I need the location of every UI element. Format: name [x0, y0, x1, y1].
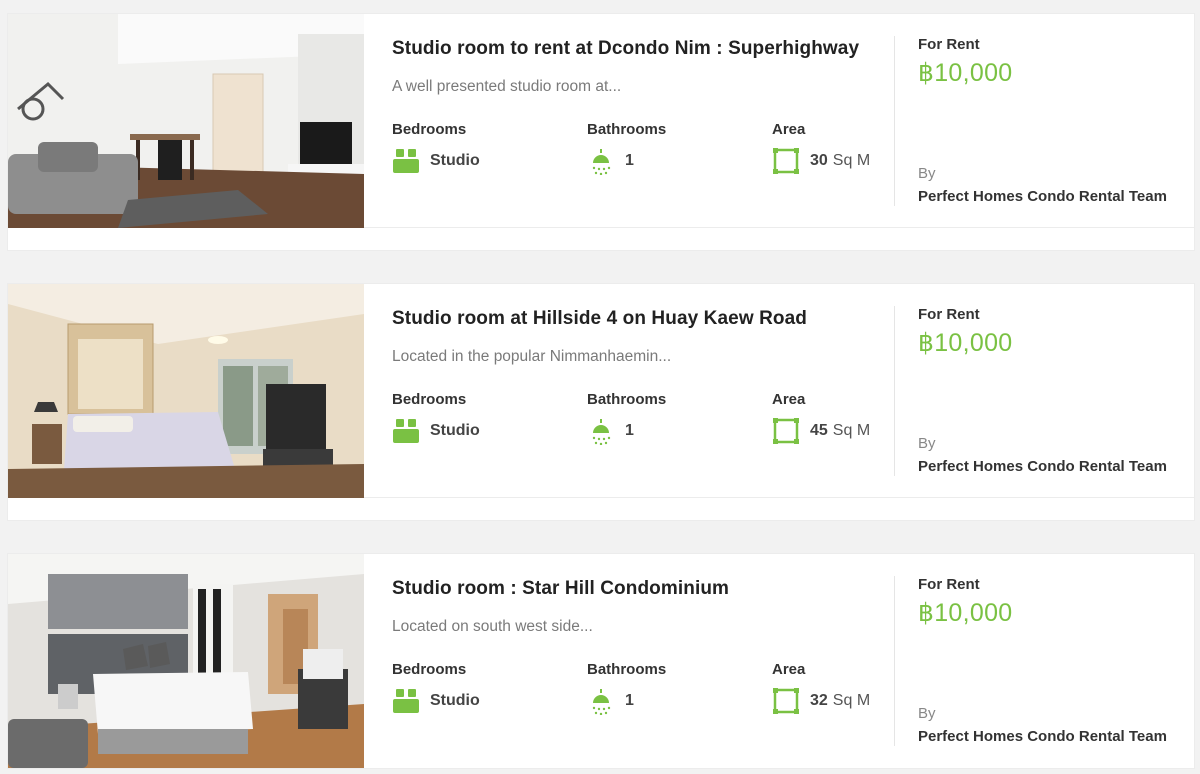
listing-title[interactable]: Studio room : Star Hill Condominium — [392, 578, 729, 600]
area-unit: Sq M — [832, 692, 871, 709]
bedrooms-label: Bedrooms — [392, 121, 467, 138]
listing-body: Studio room at Hillside 4 on Huay Kaew R… — [392, 284, 892, 498]
listing-description: A well presented studio room at... — [392, 78, 622, 95]
area-feature: Area 30 Sq M — [772, 121, 870, 174]
bedroom-photo — [8, 284, 364, 498]
shower-icon — [592, 149, 611, 175]
listing-price: ฿10,000 — [918, 329, 1013, 357]
bathrooms-feature: Bathrooms 1 — [587, 121, 667, 175]
area-label: Area — [772, 391, 806, 408]
by-label: By — [918, 435, 936, 452]
area-label: Area — [772, 661, 806, 678]
living-room-photo — [8, 14, 364, 228]
bedrooms-value: Studio — [430, 152, 480, 169]
listing-body: Studio room to rent at Dcondo Nim : Supe… — [392, 14, 892, 228]
area-value: 30 — [810, 152, 828, 169]
area-label: Area — [772, 121, 806, 138]
listing-photo[interactable] — [8, 14, 364, 228]
agent-name[interactable]: Perfect Homes Condo Rental Team — [918, 728, 1167, 745]
bed-icon — [393, 689, 419, 713]
listing-price: ฿10,000 — [918, 59, 1013, 87]
bedrooms-feature: Bedrooms Studio — [392, 121, 480, 173]
listing-status: For Rent — [918, 576, 980, 593]
bathrooms-feature: Bathrooms 1 — [587, 391, 667, 445]
card-footer-strip — [8, 228, 1194, 250]
area-feature: Area 32 Sq M — [772, 661, 870, 714]
listing-price: ฿10,000 — [918, 599, 1013, 627]
price-column: For Rent ฿10,000 By Perfect Homes Condo … — [918, 554, 1188, 768]
column-divider — [894, 306, 895, 476]
bedrooms-value: Studio — [430, 692, 480, 709]
bathrooms-label: Bathrooms — [587, 661, 667, 678]
bedrooms-feature: Bedrooms Studio — [392, 661, 480, 713]
bed-icon — [393, 419, 419, 443]
area-value: 45 — [810, 422, 828, 439]
listing-photo[interactable] — [8, 554, 364, 768]
bedrooms-feature: Bedrooms Studio — [392, 391, 480, 443]
bathrooms-label: Bathrooms — [587, 121, 667, 138]
bathrooms-value: 1 — [625, 692, 634, 709]
listing-card[interactable]: Studio room at Hillside 4 on Huay Kaew R… — [8, 284, 1194, 520]
listing-status: For Rent — [918, 306, 980, 323]
bedrooms-label: Bedrooms — [392, 391, 467, 408]
area-unit: Sq M — [832, 422, 871, 439]
bathrooms-feature: Bathrooms 1 — [587, 661, 667, 715]
bedrooms-label: Bedrooms — [392, 661, 467, 678]
bed-icon — [393, 149, 419, 173]
bathrooms-value: 1 — [625, 152, 634, 169]
agent-name[interactable]: Perfect Homes Condo Rental Team — [918, 188, 1167, 205]
by-label: By — [918, 705, 936, 722]
listing-title[interactable]: Studio room at Hillside 4 on Huay Kaew R… — [392, 308, 807, 330]
area-icon — [773, 418, 799, 444]
area-feature: Area 45 Sq M — [772, 391, 870, 444]
listing-description: Located in the popular Nimmanhaemin... — [392, 348, 672, 365]
area-unit: Sq M — [832, 152, 871, 169]
bedrooms-value: Studio — [430, 422, 480, 439]
agent-name[interactable]: Perfect Homes Condo Rental Team — [918, 458, 1167, 475]
listing-list: Studio room to rent at Dcondo Nim : Supe… — [0, 0, 1200, 774]
shower-icon — [592, 419, 611, 445]
area-icon — [773, 148, 799, 174]
column-divider — [894, 576, 895, 746]
bathrooms-label: Bathrooms — [587, 391, 667, 408]
listing-body: Studio room : Star Hill Condominium Loca… — [392, 554, 892, 768]
listing-status: For Rent — [918, 36, 980, 53]
listing-photo[interactable] — [8, 284, 364, 498]
price-column: For Rent ฿10,000 By Perfect Homes Condo … — [918, 14, 1188, 228]
shower-icon — [592, 689, 611, 715]
column-divider — [894, 36, 895, 206]
area-icon — [773, 688, 799, 714]
listing-card[interactable]: Studio room : Star Hill Condominium Loca… — [8, 554, 1194, 768]
bedroom-photo — [8, 554, 364, 768]
listing-card[interactable]: Studio room to rent at Dcondo Nim : Supe… — [8, 14, 1194, 250]
bathrooms-value: 1 — [625, 422, 634, 439]
listing-description: Located on south west side... — [392, 618, 593, 635]
price-column: For Rent ฿10,000 By Perfect Homes Condo … — [918, 284, 1188, 498]
listing-title[interactable]: Studio room to rent at Dcondo Nim : Supe… — [392, 38, 859, 60]
card-footer-strip — [8, 498, 1194, 520]
by-label: By — [918, 165, 936, 182]
area-value: 32 — [810, 692, 828, 709]
